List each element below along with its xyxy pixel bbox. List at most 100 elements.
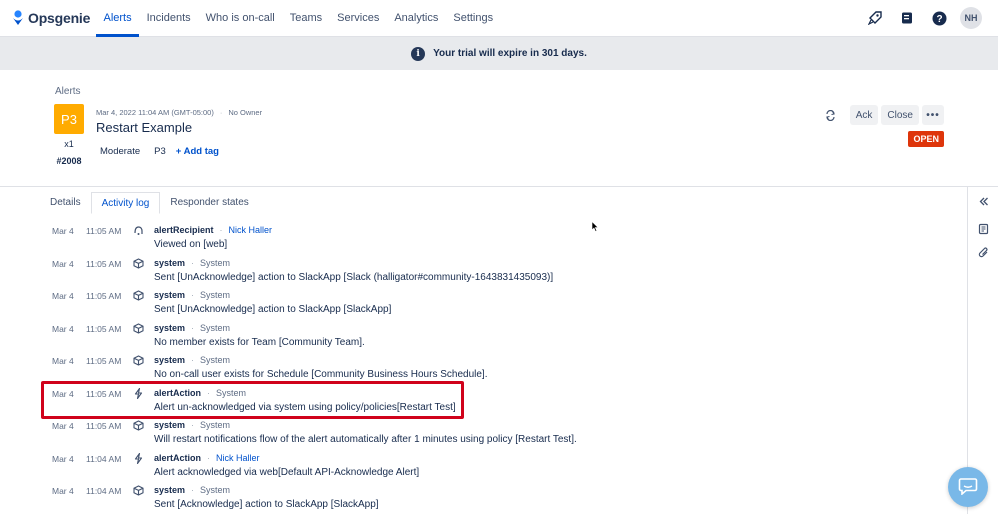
actor-source-link[interactable]: Nick Haller xyxy=(216,453,260,463)
priority-badge: P3 xyxy=(54,104,84,134)
created-timestamp: Mar 4, 2022 11:04 AM (GMT-05:00) xyxy=(96,108,214,117)
alert-header: Alerts P3 x1 #2008 Mar 4, 2022 11:04 AM … xyxy=(0,70,998,187)
main-nav: Alerts Incidents Who is on-call Teams Se… xyxy=(96,0,501,37)
system-icon xyxy=(133,355,144,366)
actor-name: system xyxy=(154,290,186,300)
add-tag-button[interactable]: + Add tag xyxy=(176,146,219,157)
nav-incidents[interactable]: Incidents xyxy=(139,0,198,37)
chat-icon xyxy=(958,477,978,498)
avatar[interactable]: NH xyxy=(960,7,982,29)
tag-list: Moderate P3 + Add tag xyxy=(96,145,219,158)
row-message: No on-call user exists for Schedule [Com… xyxy=(154,369,488,380)
row-time: 11:05 AM xyxy=(86,291,122,301)
book-icon[interactable] xyxy=(896,7,918,29)
opsgenie-logo-icon xyxy=(12,10,24,26)
activity-row: Mar 4 11:05 AM system · System Sent [UnA… xyxy=(0,287,966,319)
tab-activity-log[interactable]: Activity log xyxy=(90,192,161,214)
chat-button[interactable] xyxy=(948,467,988,507)
alert-tiny-id: #2008 xyxy=(56,156,82,166)
notes-icon[interactable] xyxy=(976,221,991,236)
row-message: No member exists for Team [Community Tea… xyxy=(154,336,365,348)
rocket-icon[interactable] xyxy=(864,7,886,29)
actor-name: alertAction xyxy=(154,452,202,463)
tag-moderate[interactable]: Moderate xyxy=(96,145,144,158)
actor-separator: · xyxy=(191,290,195,300)
meta-separator: · xyxy=(219,108,223,117)
row-actor: system · System xyxy=(154,290,230,300)
actor-separator: · xyxy=(191,355,195,365)
row-date: Mar 4 xyxy=(52,226,74,236)
nav-who-is-on-call[interactable]: Who is on-call xyxy=(198,0,282,37)
actor-name: system xyxy=(154,257,186,268)
actor-separator: · xyxy=(191,322,195,333)
nav-services[interactable]: Services xyxy=(330,0,387,37)
row-message: Sent [Acknowledge] action to SlackApp [S… xyxy=(154,499,379,510)
row-message: Alert acknowledged via web[Default API-A… xyxy=(154,466,420,478)
actor-source: System xyxy=(200,290,231,300)
nav-analytics[interactable]: Analytics xyxy=(387,0,446,37)
system-icon xyxy=(133,290,144,301)
owner-label[interactable]: No Owner xyxy=(228,108,262,117)
row-actor: alertRecipient · Nick Haller xyxy=(154,225,272,235)
system-icon xyxy=(133,485,144,496)
activity-row: Mar 4 11:05 AM system · System No on-cal… xyxy=(0,352,966,384)
actor-source-link[interactable]: Nick Haller xyxy=(229,225,273,235)
tab-details[interactable]: Details xyxy=(40,192,91,214)
attachment-icon[interactable] xyxy=(976,245,991,260)
row-time: 11:04 AM xyxy=(86,453,122,464)
ack-button[interactable]: Ack xyxy=(849,105,879,125)
action-icon xyxy=(133,452,144,464)
row-actor: system · System xyxy=(154,258,230,268)
refresh-icon[interactable] xyxy=(821,105,841,125)
recipient-icon xyxy=(133,225,144,236)
row-date: Mar 4 xyxy=(52,421,74,431)
activity-row: Mar 4 11:05 AM system · System Will rest… xyxy=(0,417,966,449)
actor-name: system xyxy=(154,420,186,430)
row-actor: system · System xyxy=(154,420,230,430)
nav-alerts[interactable]: Alerts xyxy=(96,0,140,37)
actor-source: System xyxy=(200,355,231,365)
alert-tabs: Details Activity log Responder states xyxy=(40,192,259,214)
actor-separator: · xyxy=(207,452,211,463)
system-icon xyxy=(133,257,144,269)
alert-meta: Mar 4, 2022 11:04 AM (GMT-05:00) · No Ow… xyxy=(96,108,262,117)
alert-count: x1 xyxy=(64,139,74,149)
alert-title: Restart Example xyxy=(96,120,193,135)
row-time: 11:04 AM xyxy=(86,486,122,496)
activity-row: Mar 4 11:05 AM system · System Sent [UnA… xyxy=(0,255,966,287)
nav-settings[interactable]: Settings xyxy=(446,0,501,37)
close-button[interactable]: Close xyxy=(881,105,919,125)
actor-source: System xyxy=(200,257,231,268)
tag-p3[interactable]: P3 xyxy=(150,145,170,158)
breadcrumb[interactable]: Alerts xyxy=(55,86,81,97)
opsgenie-logo[interactable]: Opsgenie xyxy=(12,10,90,26)
status-badge: OPEN xyxy=(908,131,944,147)
row-date: Mar 4 xyxy=(52,323,74,334)
row-date: Mar 4 xyxy=(52,486,74,496)
row-time: 11:05 AM xyxy=(86,226,122,236)
row-time: 11:05 AM xyxy=(86,258,122,269)
actor-separator: · xyxy=(219,225,223,235)
help-icon[interactable]: ? xyxy=(928,7,950,29)
row-actor: system · System xyxy=(154,323,230,333)
row-date: Mar 4 xyxy=(52,258,74,269)
side-panel-strip xyxy=(967,187,998,514)
alert-actions: Ack Close ••• xyxy=(821,105,944,125)
tab-responder-states[interactable]: Responder states xyxy=(160,192,258,214)
nav-teams[interactable]: Teams xyxy=(282,0,329,37)
actor-name: system xyxy=(154,322,186,333)
more-actions-button[interactable]: ••• xyxy=(922,105,944,125)
actor-name: alertRecipient xyxy=(154,225,214,235)
row-time: 11:05 AM xyxy=(86,356,122,366)
top-nav: Opsgenie Alerts Incidents Who is on-call… xyxy=(0,0,998,37)
row-message: Sent [UnAcknowledge] action to SlackApp … xyxy=(154,304,392,315)
activity-row: Mar 4 11:04 AM alertAction · Nick Haller… xyxy=(0,450,966,482)
row-message: Will restart notifications flow of the a… xyxy=(154,434,577,445)
actor-name: system xyxy=(154,485,186,495)
system-icon xyxy=(133,420,144,431)
info-icon: i xyxy=(411,46,426,61)
activity-row: Mar 4 11:04 AM system · System Sent [Ack… xyxy=(0,482,966,514)
actor-name: system xyxy=(154,355,186,365)
activity-row: Mar 4 11:05 AM alertRecipient · Nick Hal… xyxy=(0,222,966,254)
collapse-left-icon[interactable] xyxy=(976,194,991,209)
